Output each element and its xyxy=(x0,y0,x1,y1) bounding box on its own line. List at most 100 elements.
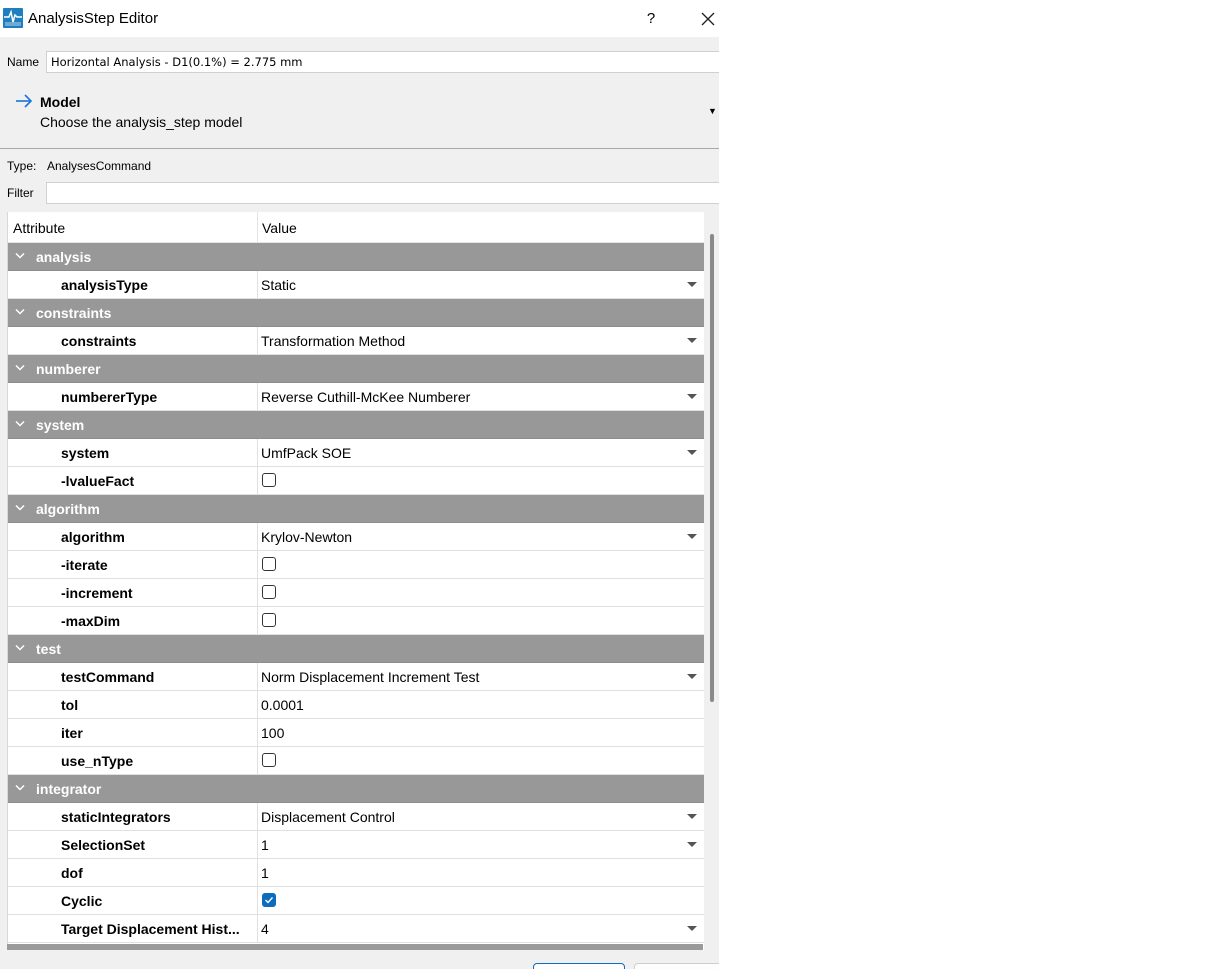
table-row: numbererType Reverse Cuthill-McKee Number… xyxy=(8,383,704,411)
group-row-constraints[interactable]: constraints xyxy=(8,299,704,327)
group-label: analysis xyxy=(36,249,92,265)
dropdown-arrow-icon[interactable] xyxy=(687,534,697,539)
value-combobox[interactable]: 4 xyxy=(257,915,704,942)
table-row: analysisType Static xyxy=(8,271,704,299)
dropdown-arrow-icon[interactable] xyxy=(687,674,697,679)
chevron-down-icon[interactable] xyxy=(15,504,25,512)
attribute-label: -increment xyxy=(61,585,133,601)
group-row-analysis[interactable]: analysis xyxy=(8,243,704,271)
group-row-test[interactable]: test xyxy=(8,635,704,663)
name-input[interactable] xyxy=(46,51,719,73)
value-cell xyxy=(257,887,704,914)
value-combobox[interactable]: Norm Displacement Increment Test xyxy=(257,663,704,690)
table-row: -iterate xyxy=(8,551,704,579)
value-combobox[interactable]: Reverse Cuthill-McKee Numberer xyxy=(257,383,704,410)
value-combobox[interactable]: 1 xyxy=(257,831,704,858)
attribute-label: system xyxy=(61,445,110,461)
attribute-label: dof xyxy=(61,865,83,881)
value-text: Transformation Method xyxy=(261,333,406,349)
group-row-integrator[interactable]: integrator xyxy=(8,775,704,803)
value-text: Reverse Cuthill-McKee Numberer xyxy=(261,389,471,405)
group-row-system[interactable]: system xyxy=(8,411,704,439)
table-row: tol 0.0001 xyxy=(8,691,704,719)
value-text: Norm Displacement Increment Test xyxy=(261,669,480,685)
value-combobox[interactable]: UmfPack SOE xyxy=(257,439,704,466)
attribute-label: -iterate xyxy=(61,557,108,573)
help-button[interactable]: ? xyxy=(640,8,662,30)
checkbox[interactable] xyxy=(262,585,276,599)
table-row: constraints Transformation Method xyxy=(8,327,704,355)
dropdown-arrow-icon[interactable] xyxy=(687,842,697,847)
checkbox[interactable] xyxy=(262,893,276,907)
dropdown-arrow-icon[interactable] xyxy=(687,450,697,455)
attribute-label: staticIntegrators xyxy=(61,809,171,825)
header-separator[interactable] xyxy=(257,212,258,242)
table-row: testCommand Norm Displacement Increment T… xyxy=(8,663,704,691)
chevron-down-icon[interactable] xyxy=(15,252,25,260)
table-row: Target Displacement Hist... 4 xyxy=(8,915,704,943)
header-value[interactable]: Value xyxy=(262,220,297,236)
chevron-down-icon[interactable] xyxy=(15,308,25,316)
value-combobox[interactable]: Displacement Control xyxy=(257,803,704,830)
title-bar: AnalysisStep Editor ? xyxy=(0,0,719,37)
dropdown-arrow-icon[interactable] xyxy=(687,394,697,399)
model-title: Model xyxy=(40,94,81,110)
filter-input[interactable] xyxy=(46,182,719,204)
table-row: staticIntegrators Displacement Control xyxy=(8,803,704,831)
group-label: algorithm xyxy=(36,501,100,517)
scrollbar-thumb[interactable] xyxy=(710,234,714,702)
table-row: use_nType xyxy=(8,747,704,775)
value-text: 0.0001 xyxy=(261,697,304,713)
group-label: test xyxy=(36,641,61,657)
value-field[interactable]: 1 xyxy=(257,859,704,886)
attribute-label: Target Displacement Hist... xyxy=(61,921,240,937)
cancel-button[interactable] xyxy=(634,963,719,969)
checkbox[interactable] xyxy=(262,753,276,767)
group-label: system xyxy=(36,417,85,433)
arrow-right-icon xyxy=(16,94,33,108)
value-cell xyxy=(257,551,704,578)
header-attribute[interactable]: Attribute xyxy=(13,220,65,236)
value-text: Displacement Control xyxy=(261,809,395,825)
value-combobox[interactable]: Krylov-Newton xyxy=(257,523,704,550)
group-row-numberer[interactable]: numberer xyxy=(8,355,704,383)
vertical-scrollbar[interactable] xyxy=(705,212,719,950)
chevron-down-icon[interactable] xyxy=(15,420,25,428)
value-combobox[interactable]: Transformation Method xyxy=(257,327,704,354)
value-text: Static xyxy=(261,277,297,293)
checkbox[interactable] xyxy=(262,557,276,571)
value-field[interactable]: 0.0001 xyxy=(257,691,704,718)
dropdown-arrow-icon[interactable] xyxy=(687,338,697,343)
model-subtitle: Choose the analysis_step model xyxy=(40,114,243,130)
chevron-down-icon[interactable] xyxy=(15,644,25,652)
checkbox[interactable] xyxy=(262,473,276,487)
attribute-label: Cyclic xyxy=(61,893,103,909)
checkbox[interactable] xyxy=(262,613,276,627)
group-label: numberer xyxy=(36,361,101,377)
filter-label: Filter xyxy=(7,186,34,200)
value-combobox[interactable]: Static xyxy=(257,271,704,298)
value-cell xyxy=(257,747,704,774)
name-label: Name xyxy=(7,55,40,69)
table-rows: analysis analysisType Static constraints con… xyxy=(8,243,704,943)
attribute-label: use_nType xyxy=(61,753,134,769)
attribute-label: testCommand xyxy=(61,669,155,685)
chevron-down-icon[interactable] xyxy=(15,784,25,792)
type-value: AnalysesCommand xyxy=(47,159,152,173)
value-text: 1 xyxy=(261,865,269,881)
dropdown-arrow-icon[interactable] xyxy=(687,814,697,819)
chevron-down-icon[interactable] xyxy=(15,364,25,372)
table-row: iter 100 xyxy=(8,719,704,747)
group-row-algorithm[interactable]: algorithm xyxy=(8,495,704,523)
section-divider xyxy=(0,148,719,149)
dropdown-arrow-icon[interactable] xyxy=(687,926,697,931)
ok-button[interactable] xyxy=(533,963,625,969)
value-text: Krylov-Newton xyxy=(261,529,353,545)
dropdown-arrow-icon[interactable] xyxy=(687,282,697,287)
value-cell xyxy=(257,579,704,606)
value-field[interactable]: 100 xyxy=(257,719,704,746)
model-dropdown-arrow-icon[interactable]: ▼ xyxy=(708,106,717,116)
table-row: -increment xyxy=(8,579,704,607)
close-button[interactable] xyxy=(696,7,719,31)
table-row: -maxDim xyxy=(8,607,704,635)
